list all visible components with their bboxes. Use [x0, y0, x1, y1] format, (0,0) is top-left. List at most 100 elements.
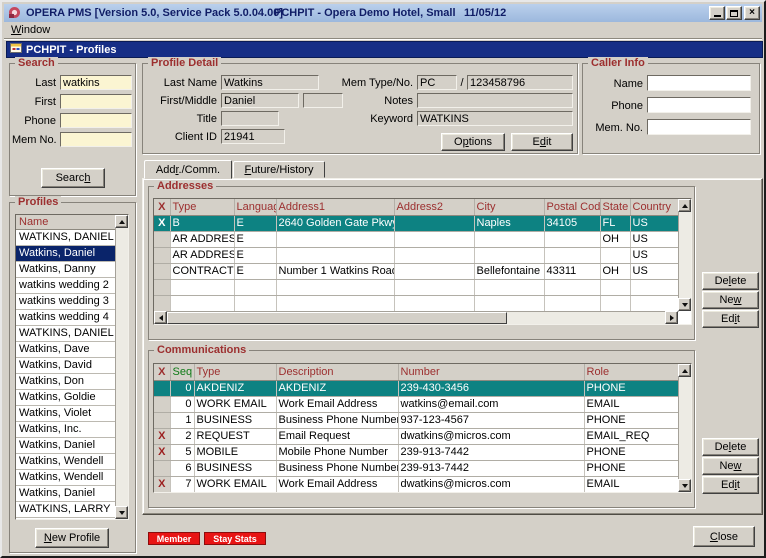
address-row-empty[interactable]: [154, 295, 678, 311]
scroll-up-icon[interactable]: [678, 364, 691, 377]
close-button[interactable]: Close: [693, 526, 755, 547]
communication-row[interactable]: 0 WORK EMAIL Work Email Address watkins@…: [154, 396, 678, 412]
tab-addr-comm[interactable]: Addr./Comm.: [144, 160, 232, 179]
caller-name-input[interactable]: [647, 75, 751, 91]
last-name-label: Last Name: [147, 77, 217, 89]
options-button[interactable]: Options: [441, 133, 505, 151]
profile-list-item[interactable]: WATKINS, DANIEL: [16, 326, 115, 342]
profiles-group-title: Profiles: [15, 196, 61, 209]
addresses-new-button[interactable]: New: [702, 291, 759, 309]
addresses-header-row: X Type Language Address1 Address2 City P…: [154, 199, 678, 215]
close-window-button[interactable]: ×: [744, 6, 760, 20]
scroll-down-icon[interactable]: [115, 506, 128, 519]
maximize-button[interactable]: [726, 6, 742, 20]
minimize-button[interactable]: [709, 6, 725, 20]
col-number: Number: [398, 364, 584, 380]
phone-input[interactable]: [60, 113, 132, 128]
address-row[interactable]: AR ADDRESS E OH US: [154, 231, 678, 247]
profile-list-item[interactable]: Watkins, Inc.: [16, 422, 115, 438]
communications-table: X Seq Type Description Number Role 0 AKD…: [154, 364, 679, 493]
communication-row[interactable]: X 2 REQUEST Email Request dwatkins@micro…: [154, 428, 678, 444]
communication-row[interactable]: 1 BUSINESS Business Phone Number 937-123…: [154, 412, 678, 428]
addresses-delete-button[interactable]: Delete: [702, 272, 759, 290]
cell-description: Work Email Address: [276, 396, 398, 412]
profile-list-item[interactable]: Watkins, Wendell: [16, 470, 115, 486]
communications-new-button[interactable]: New: [702, 457, 759, 475]
cell-type: CONTRACT: [170, 263, 234, 279]
address-row[interactable]: CONTRACT E Number 1 Watkins Road Bellefo…: [154, 263, 678, 279]
cell-type: AR ADDRESS: [170, 231, 234, 247]
profile-list-item[interactable]: Watkins, Violet: [16, 406, 115, 422]
communication-row[interactable]: 6 BUSINESS Business Phone Number 239-913…: [154, 460, 678, 476]
cell-number: dwatkins@micros.com: [398, 476, 584, 492]
cell-state: FL: [600, 215, 630, 231]
first-name-field[interactable]: [221, 93, 299, 108]
member-lamp[interactable]: Member: [148, 532, 200, 545]
hscroll-thumb[interactable]: [167, 312, 507, 324]
scroll-right-icon[interactable]: [665, 311, 678, 324]
mem-no-input[interactable]: [60, 132, 132, 147]
scroll-left-icon[interactable]: [154, 311, 167, 324]
opera-logo-icon: [8, 6, 21, 22]
profile-list-item[interactable]: Watkins, Goldie: [16, 390, 115, 406]
new-profile-button[interactable]: New Profile: [35, 528, 109, 548]
communications-delete-button[interactable]: Delete: [702, 438, 759, 456]
title-field[interactable]: [221, 111, 279, 126]
profile-list-item[interactable]: Watkins, Daniel: [16, 486, 115, 502]
scroll-up-icon[interactable]: [678, 199, 691, 212]
last-name-field[interactable]: [221, 75, 319, 90]
communications-edit-button[interactable]: Edit: [702, 476, 759, 494]
communication-row[interactable]: X 7 WORK EMAIL Work Email Address dwatki…: [154, 476, 678, 492]
profile-list-item[interactable]: watkins wedding 4: [16, 310, 115, 326]
caller-phone-input[interactable]: [647, 97, 751, 113]
caller-mem-no-label: Mem. No.: [585, 122, 643, 134]
date-display: 11/05/12: [464, 4, 506, 22]
profiles-scrollbar[interactable]: [115, 215, 128, 519]
cell-seq: 0: [170, 380, 194, 396]
first-input[interactable]: [60, 94, 132, 109]
mem-type-field[interactable]: [417, 75, 457, 90]
scroll-down-icon[interactable]: [678, 479, 691, 492]
menu-window[interactable]: Window: [11, 24, 50, 36]
profile-list-item[interactable]: WATKINS, DANIEL: [16, 230, 115, 246]
profile-list-item[interactable]: watkins wedding 3: [16, 294, 115, 310]
addresses-hscrollbar[interactable]: [154, 311, 678, 324]
profile-detail-group: Profile Detail Last Name First/Middle Ti…: [142, 63, 578, 154]
edit-profile-button[interactable]: Edit: [511, 133, 573, 151]
addresses-edit-button[interactable]: Edit: [702, 310, 759, 328]
profile-list-item[interactable]: Watkins, Dave: [16, 342, 115, 358]
keyword-field[interactable]: [417, 111, 573, 126]
app-title-bar: PCHPIT - Profiles: [6, 41, 763, 58]
stay-stats-lamp[interactable]: Stay Stats: [204, 532, 266, 545]
address-row-selected[interactable]: X B E 2640 Golden Gate Pkwy Ste 2 Naples…: [154, 215, 678, 231]
address-row[interactable]: AR ADDRESS E US: [154, 247, 678, 263]
address-row-empty[interactable]: [154, 279, 678, 295]
cell-postal-code: [544, 295, 600, 311]
col-address2: Address2: [394, 199, 474, 215]
profile-list-item[interactable]: Watkins, David: [16, 358, 115, 374]
notes-field[interactable]: [417, 93, 573, 108]
profile-list-item[interactable]: Watkins, Don: [16, 374, 115, 390]
name-column-header: Name: [16, 215, 115, 230]
profile-list-item[interactable]: Watkins, Daniel: [16, 438, 115, 454]
profile-list-item[interactable]: WATKINS, LARRY: [16, 502, 115, 518]
search-button[interactable]: Search: [41, 168, 105, 188]
communications-vscrollbar[interactable]: [678, 364, 691, 492]
mem-no-field[interactable]: [467, 75, 573, 90]
last-input[interactable]: [60, 75, 132, 90]
communication-row-selected[interactable]: 0 AKDENIZ AKDENIZ 239-430-3456 PHONE: [154, 380, 678, 396]
client-id-field[interactable]: [221, 129, 285, 144]
profile-list-item[interactable]: Watkins, Wendell: [16, 454, 115, 470]
profile-list-item[interactable]: Watkins, Danny: [16, 262, 115, 278]
cell-country: [630, 279, 678, 295]
profile-list-item[interactable]: watkins wedding 2: [16, 278, 115, 294]
addresses-vscrollbar[interactable]: [678, 199, 691, 311]
profile-list-item-selected[interactable]: Watkins, Daniel: [16, 246, 115, 262]
scroll-down-icon[interactable]: [678, 298, 691, 311]
tab-future-history[interactable]: Future/History: [233, 161, 325, 178]
communication-row[interactable]: X 5 MOBILE Mobile Phone Number 239-913-7…: [154, 444, 678, 460]
caller-mem-no-input[interactable]: [647, 119, 751, 135]
cell-description: Email Request: [276, 428, 398, 444]
scroll-up-icon[interactable]: [115, 215, 128, 228]
profile-detail-title: Profile Detail: [148, 57, 221, 70]
